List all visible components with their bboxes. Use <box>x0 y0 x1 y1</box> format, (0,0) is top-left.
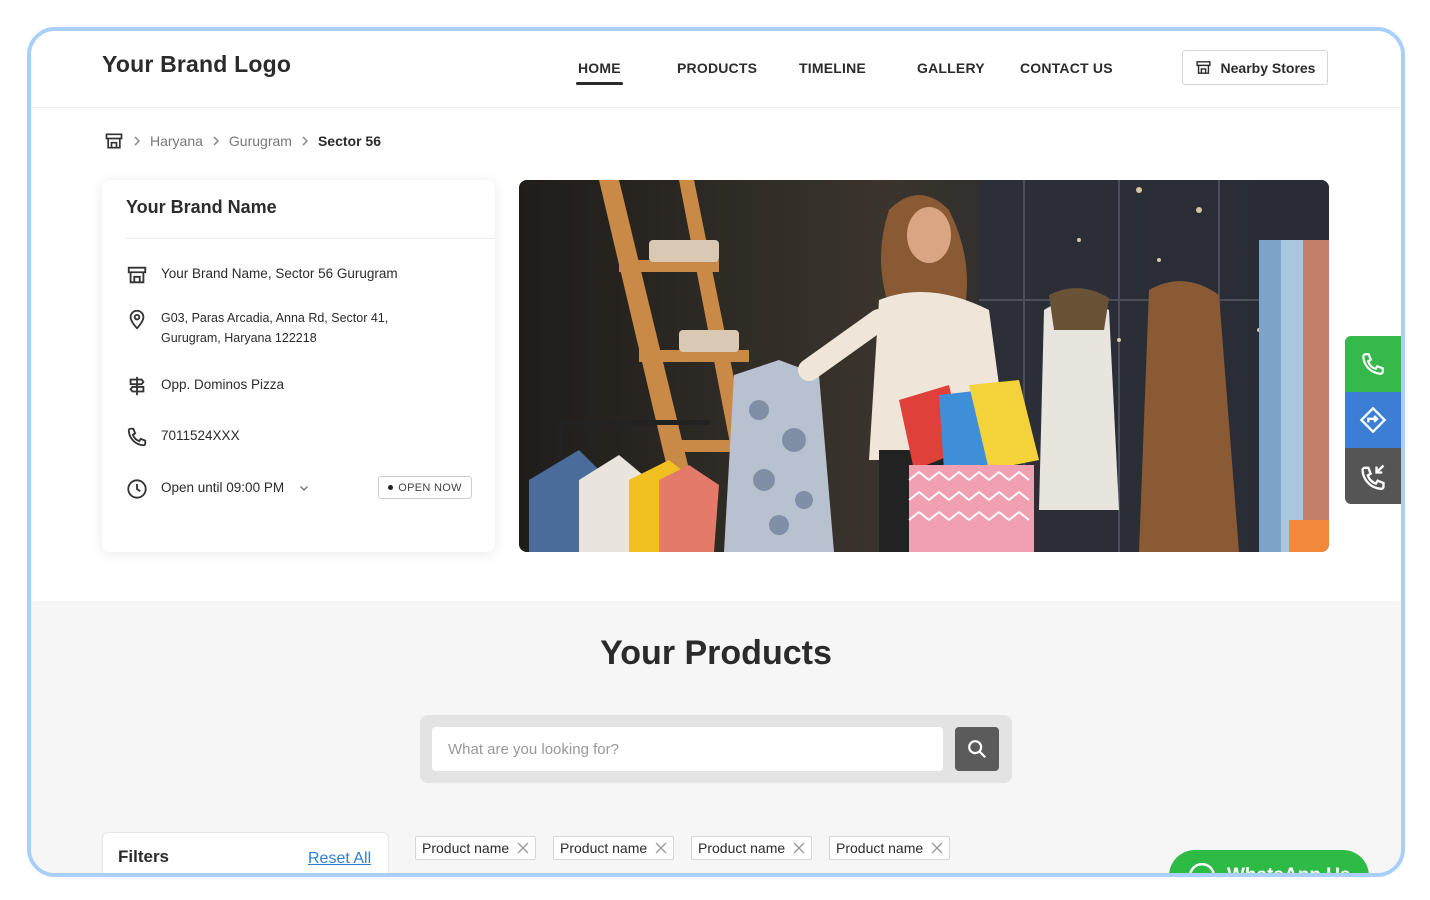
directions-button[interactable] <box>1345 392 1401 448</box>
status-badge: OPEN NOW <box>378 476 472 499</box>
store-address: G03, Paras Arcadia, Anna Rd, Sector 41, … <box>161 308 388 348</box>
store-name: Your Brand Name <box>126 197 277 217</box>
nearby-stores-label: Nearby Stores <box>1220 59 1316 76</box>
filter-chip: Product name <box>829 836 951 860</box>
chip-label: Product name <box>422 840 510 856</box>
whatsapp-button[interactable]: WhatsApp Us <box>1169 850 1369 877</box>
missed-call-button[interactable] <box>1345 448 1401 504</box>
store-icon <box>126 264 148 286</box>
filters-title: Filters <box>118 847 170 866</box>
breadcrumb-haryana[interactable]: Haryana <box>150 133 203 149</box>
breadcrumb: Haryana Gurugram Sector 56 <box>104 130 381 152</box>
whatsapp-label: WhatsApp Us <box>1227 865 1351 877</box>
filter-chip: Product name <box>691 836 813 860</box>
search-icon <box>966 738 988 760</box>
breadcrumb-gurugram[interactable]: Gurugram <box>229 133 292 149</box>
store-branch-row: Your Brand Name, Sector 56 Gurugram <box>126 264 398 286</box>
directions-icon <box>1359 406 1387 434</box>
chevron-right-icon <box>211 136 221 146</box>
chevron-right-icon <box>300 136 310 146</box>
store-hours[interactable]: Open until 09:00 PM <box>161 478 284 498</box>
store-phone-row[interactable]: 7011524XXX <box>126 426 240 448</box>
store-icon <box>1195 59 1212 76</box>
close-icon[interactable] <box>793 842 805 854</box>
filters-panel: Filters Reset All <box>102 832 389 873</box>
search-input[interactable] <box>432 727 943 771</box>
status-text: OPEN NOW <box>398 481 462 494</box>
missed-call-icon <box>1359 462 1387 490</box>
nav-timeline[interactable]: TIMELINE <box>799 60 866 76</box>
close-icon[interactable] <box>655 842 667 854</box>
products-section: Your Products Filters Reset All Product … <box>31 601 1401 877</box>
status-dot <box>388 485 394 490</box>
close-icon[interactable] <box>517 842 529 854</box>
breadcrumb-current: Sector 56 <box>317 133 381 149</box>
nearby-stores-button[interactable]: Nearby Stores <box>1182 50 1328 85</box>
address-line-2: Gurugram, Haryana 122218 <box>161 331 317 345</box>
floating-actions <box>1345 336 1401 504</box>
chip-label: Product name <box>698 840 786 856</box>
chevron-right-icon <box>132 136 142 146</box>
brand-logo[interactable]: Your Brand Logo <box>102 51 291 78</box>
product-search-bar <box>420 715 1012 783</box>
chip-label: Product name <box>836 840 924 856</box>
store-hero-image <box>519 180 1329 552</box>
nav-products[interactable]: PRODUCTS <box>677 60 757 76</box>
phone-icon <box>126 426 148 448</box>
store-hours-row[interactable]: Open until 09:00 PM <box>126 478 310 500</box>
chip-label: Product name <box>560 840 648 856</box>
chevron-down-icon[interactable] <box>298 482 310 494</box>
address-line-1: G03, Paras Arcadia, Anna Rd, Sector 41, <box>161 311 389 325</box>
reset-all-link[interactable]: Reset All <box>308 850 371 868</box>
store-landmark-row: Opp. Dominos Pizza <box>126 375 284 397</box>
store-landmark: Opp. Dominos Pizza <box>161 377 285 392</box>
store-branch-text: Your Brand Name, Sector 56 Gurugram <box>161 266 398 281</box>
search-button[interactable] <box>955 727 999 771</box>
nav-gallery[interactable]: GALLERY <box>917 60 985 76</box>
browser-frame: Your Brand Logo HOME PRODUCTS TIMELINE G… <box>27 27 1405 877</box>
site-header: Your Brand Logo HOME PRODUCTS TIMELINE G… <box>31 31 1401 108</box>
location-pin-icon <box>126 308 148 330</box>
nav-home[interactable]: HOME <box>576 60 623 85</box>
close-icon[interactable] <box>931 842 943 854</box>
store-phone[interactable]: 7011524XXX <box>161 426 240 446</box>
divider <box>126 238 495 239</box>
store-info-card: Your Brand Name Your Brand Name, Sector … <box>102 180 495 552</box>
whatsapp-icon <box>1187 861 1217 873</box>
nav-contact-us[interactable]: CONTACT US <box>1020 60 1113 76</box>
call-button[interactable] <box>1345 336 1401 392</box>
filter-chip: Product name <box>553 836 675 860</box>
filter-chip: Product name <box>415 836 537 860</box>
products-title: Your Products <box>600 634 832 672</box>
clock-icon <box>126 478 148 500</box>
store-address-row: G03, Paras Arcadia, Anna Rd, Sector 41, … <box>126 308 388 348</box>
store-home-icon[interactable] <box>104 131 124 151</box>
signpost-icon <box>126 375 148 397</box>
phone-icon <box>1360 351 1386 377</box>
